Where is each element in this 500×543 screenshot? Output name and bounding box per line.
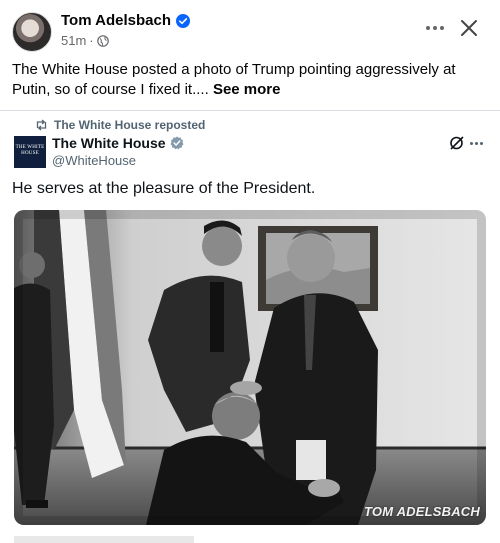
divider	[0, 110, 500, 111]
post-meta: 51m ·	[61, 33, 109, 48]
embedded-more-icon[interactable]	[470, 140, 486, 146]
cut-off-footer	[14, 536, 194, 543]
see-more-link[interactable]: See more	[213, 81, 281, 98]
meta-separator: ·	[89, 33, 94, 48]
repost-label[interactable]: The White House reposted	[54, 118, 205, 132]
post-photo[interactable]: TOM ADELSBACH	[14, 210, 486, 525]
repost-indicator: The White House reposted	[35, 118, 205, 132]
embedded-post-text: He serves at the pleasure of the Preside…	[12, 180, 316, 197]
repost-icon	[35, 119, 48, 131]
post-time[interactable]: 51m	[61, 33, 86, 48]
photo-watermark: TOM ADELSBACH	[364, 504, 480, 519]
more-options-icon[interactable]	[424, 18, 446, 38]
close-icon[interactable]	[458, 17, 480, 39]
embedded-author: The White House	[52, 135, 184, 151]
verified-badge-icon	[176, 13, 191, 28]
author-avatar[interactable]	[12, 12, 52, 52]
verified-badge-icon	[170, 136, 184, 150]
embedded-author-handle[interactable]: @WhiteHouse	[52, 153, 136, 168]
post-caption: The White House posted a photo of Trump …	[12, 60, 488, 100]
white-house-logo[interactable]: THE WHITE HOUSE	[14, 136, 46, 168]
globe-icon	[96, 34, 109, 47]
facebook-post: Tom Adelsbach 51m · The White House post…	[0, 0, 500, 543]
embedded-author-name[interactable]: The White House	[52, 135, 166, 151]
author-line: Tom Adelsbach	[61, 12, 191, 29]
grok-icon[interactable]	[449, 135, 465, 151]
author-name[interactable]: Tom Adelsbach	[61, 12, 171, 29]
logo-text: THE WHITE HOUSE	[15, 145, 45, 156]
